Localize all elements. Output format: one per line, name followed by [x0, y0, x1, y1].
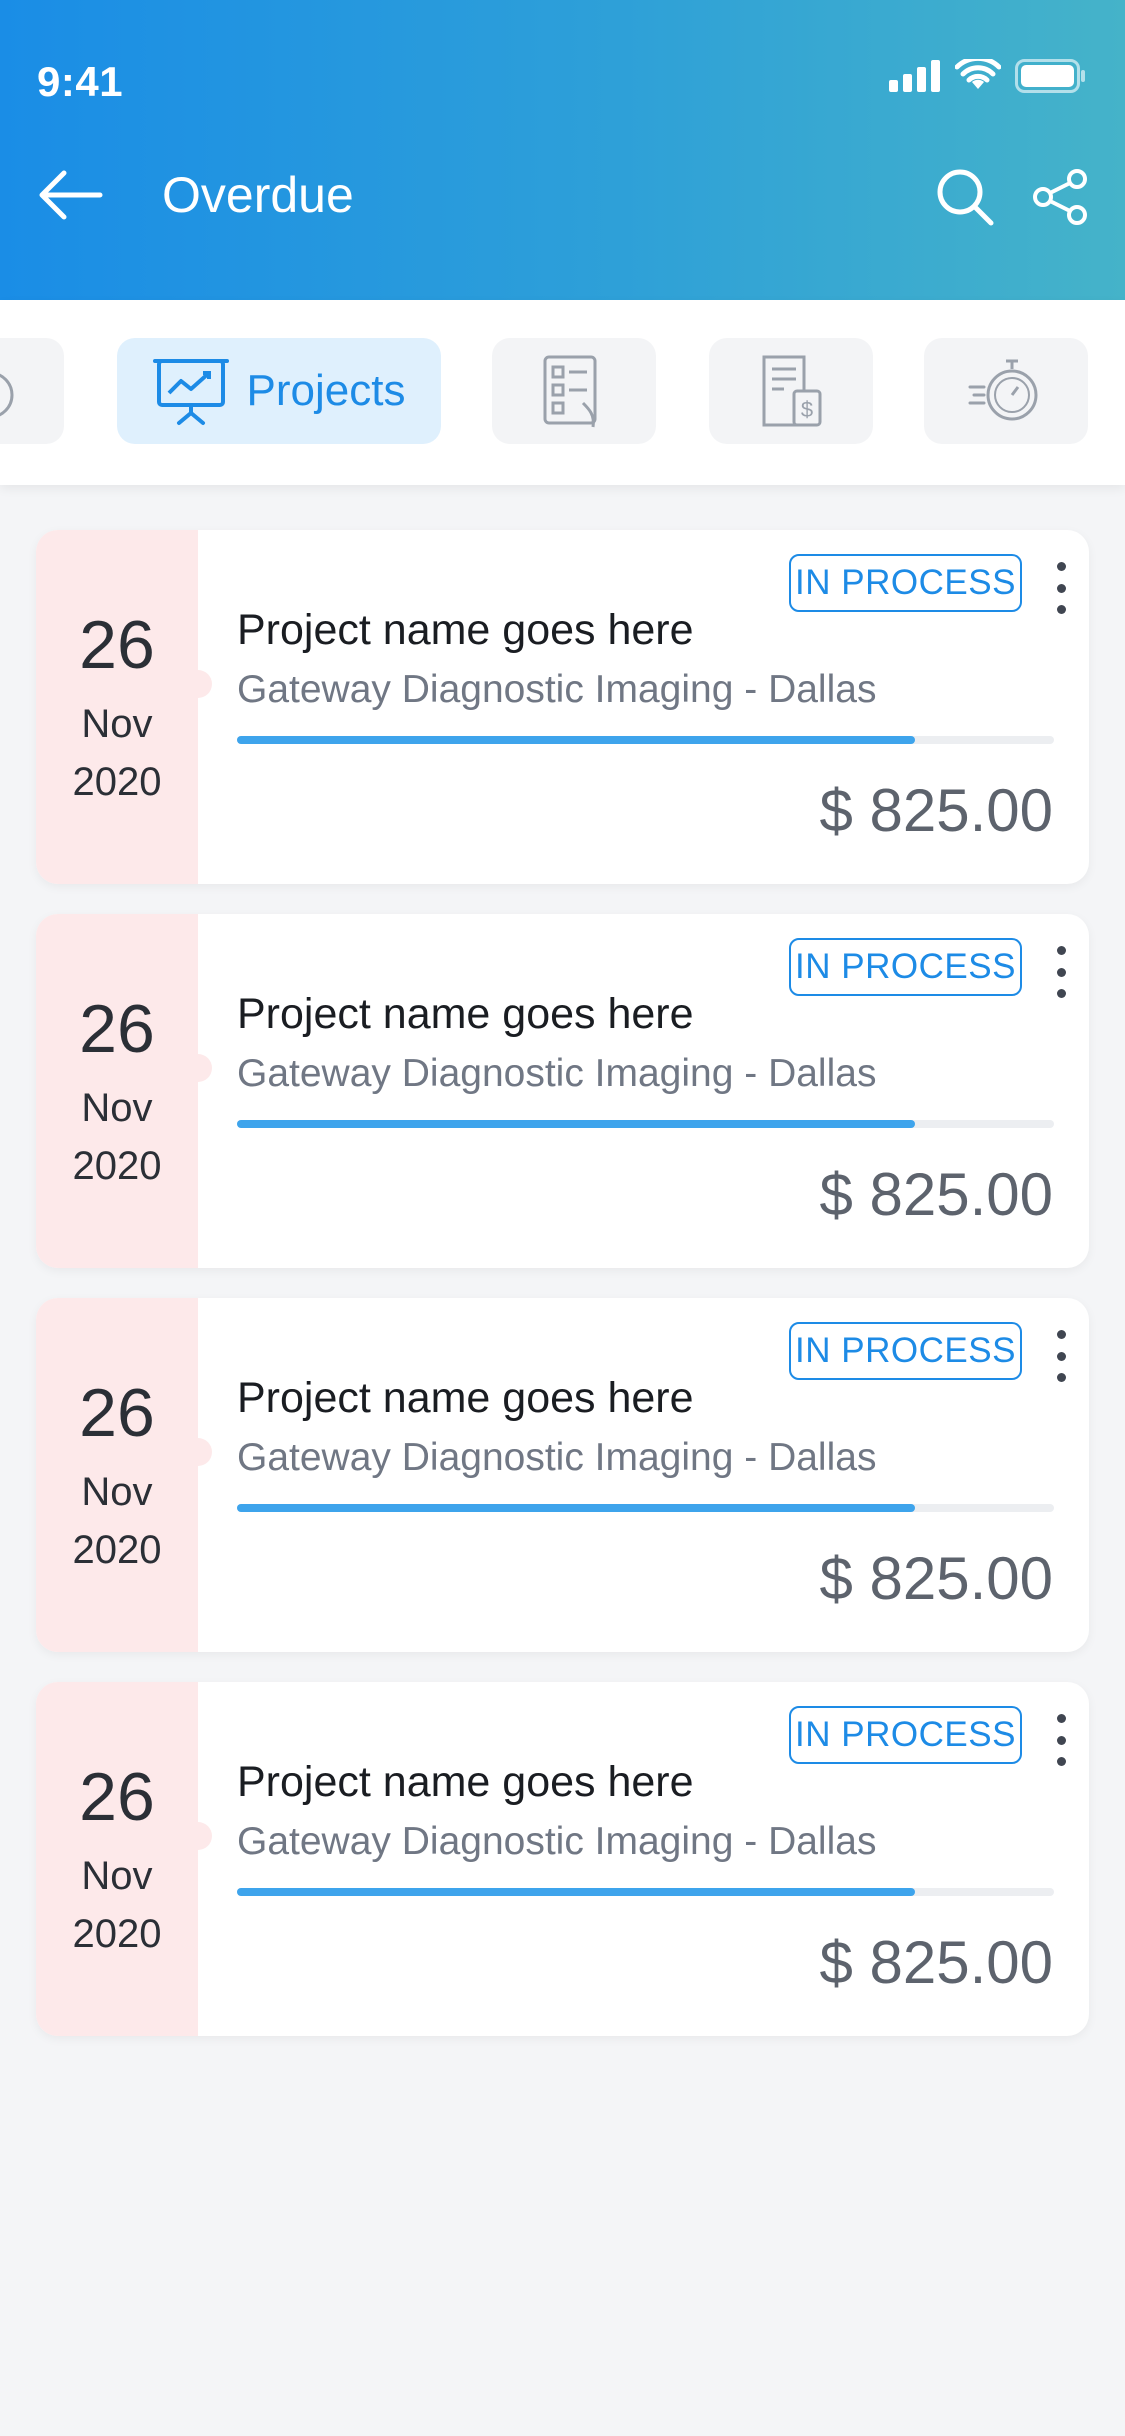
- progress-fill: [237, 1504, 916, 1512]
- date-year: 2020: [72, 1144, 162, 1188]
- date-column: 26 Nov 2020: [36, 1682, 212, 2036]
- tab-time-tracking[interactable]: [924, 338, 1088, 444]
- date-month: Nov: [81, 1086, 153, 1130]
- date-year: 2020: [72, 1528, 162, 1572]
- arrow-left-icon: [39, 170, 103, 220]
- project-card[interactable]: 26 Nov 2020 IN PROCESS Project name goes…: [36, 530, 1089, 884]
- progress-fill: [237, 1120, 916, 1128]
- project-card[interactable]: 26 Nov 2020 IN PROCESS Project name goes…: [36, 1298, 1089, 1652]
- date-month: Nov: [81, 702, 153, 746]
- date-day: 26: [79, 607, 155, 683]
- more-dot: [1056, 1757, 1066, 1766]
- search-icon: [937, 169, 994, 226]
- client-name: Gateway Diagnostic Imaging - Dallas: [237, 1820, 877, 1863]
- date-day: 26: [79, 1759, 155, 1835]
- date-year: 2020: [72, 760, 162, 804]
- project-card[interactable]: 26 Nov 2020 IN PROCESS Project name goes…: [36, 914, 1089, 1268]
- progress-bar: [237, 736, 1054, 744]
- page-title: Overdue: [162, 167, 354, 223]
- more-options-button[interactable]: [1046, 1326, 1076, 1386]
- app-header: 9:41 Overdue: [0, 0, 1125, 300]
- date-year: 2020: [72, 1912, 162, 1956]
- project-name: Project name goes here: [237, 1758, 694, 1806]
- date-column: 26 Nov 2020: [36, 530, 212, 884]
- category-tab-bar: Projects $: [0, 300, 1125, 485]
- more-options-button[interactable]: [1046, 1710, 1076, 1770]
- client-name: Gateway Diagnostic Imaging - Dallas: [237, 1052, 877, 1095]
- presentation-chart-icon: [152, 359, 229, 425]
- project-list: 26 Nov 2020 IN PROCESS Project name goes…: [36, 530, 1089, 2066]
- more-dot: [1056, 583, 1066, 593]
- more-dot: [1056, 1735, 1066, 1745]
- more-dot: [1056, 989, 1066, 998]
- tab-label: Projects: [246, 366, 406, 415]
- client-name: Gateway Diagnostic Imaging - Dallas: [237, 1436, 877, 1479]
- project-card[interactable]: 26 Nov 2020 IN PROCESS Project name goes…: [36, 1682, 1089, 2036]
- wifi-icon: [954, 55, 1002, 98]
- status-badge: IN PROCESS: [789, 1322, 1022, 1380]
- tab-timer[interactable]: [0, 338, 64, 444]
- project-amount: $ 825.00: [819, 1545, 1053, 1612]
- more-options-button[interactable]: [1046, 942, 1076, 1002]
- status-badge: IN PROCESS: [789, 1706, 1022, 1764]
- progress-bar: [237, 1504, 1054, 1512]
- svg-text:$: $: [801, 397, 813, 422]
- stopwatch-icon: [0, 373, 14, 417]
- more-vertical-icon: [1056, 1330, 1066, 1339]
- tab-projects[interactable]: Projects: [117, 338, 441, 444]
- project-amount: $ 825.00: [819, 1929, 1053, 1996]
- progress-fill: [237, 736, 916, 744]
- more-dot: [1056, 1373, 1066, 1382]
- date-day: 26: [79, 991, 155, 1067]
- invoice-dollar-icon: $: [762, 355, 822, 427]
- battery-icon: [1015, 58, 1087, 98]
- more-vertical-icon: [1056, 562, 1066, 571]
- status-time: 9:41: [37, 58, 124, 105]
- back-button[interactable]: [30, 160, 110, 230]
- date-month: Nov: [81, 1470, 153, 1514]
- more-dot: [1056, 605, 1066, 614]
- more-dot: [1056, 1351, 1066, 1361]
- share-icon: [1033, 169, 1087, 225]
- progress-fill: [237, 1888, 916, 1896]
- project-name: Project name goes here: [237, 990, 694, 1038]
- progress-bar: [237, 1120, 1054, 1128]
- more-dot: [1056, 967, 1066, 977]
- search-button[interactable]: [930, 162, 1000, 232]
- project-name: Project name goes here: [237, 606, 694, 654]
- project-amount: $ 825.00: [819, 777, 1053, 844]
- progress-bar: [237, 1888, 1054, 1896]
- fast-stopwatch-icon: [968, 359, 1038, 421]
- tab-invoices[interactable]: $: [709, 338, 873, 444]
- share-button[interactable]: [1026, 162, 1096, 232]
- cellular-signal-icon: [889, 59, 941, 97]
- status-icons: [889, 55, 1087, 98]
- status-badge: IN PROCESS: [789, 938, 1022, 996]
- date-column: 26 Nov 2020: [36, 1298, 212, 1652]
- date-month: Nov: [81, 1854, 153, 1898]
- date-day: 26: [79, 1375, 155, 1451]
- more-options-button[interactable]: [1046, 558, 1076, 618]
- status-badge: IN PROCESS: [789, 554, 1022, 612]
- checklist-document-icon: [543, 355, 597, 428]
- date-column: 26 Nov 2020: [36, 914, 212, 1268]
- project-amount: $ 825.00: [819, 1161, 1053, 1228]
- project-name: Project name goes here: [237, 1374, 694, 1422]
- more-vertical-icon: [1056, 946, 1066, 955]
- client-name: Gateway Diagnostic Imaging - Dallas: [237, 668, 877, 711]
- tab-tasks[interactable]: [492, 338, 656, 444]
- more-vertical-icon: [1056, 1714, 1066, 1723]
